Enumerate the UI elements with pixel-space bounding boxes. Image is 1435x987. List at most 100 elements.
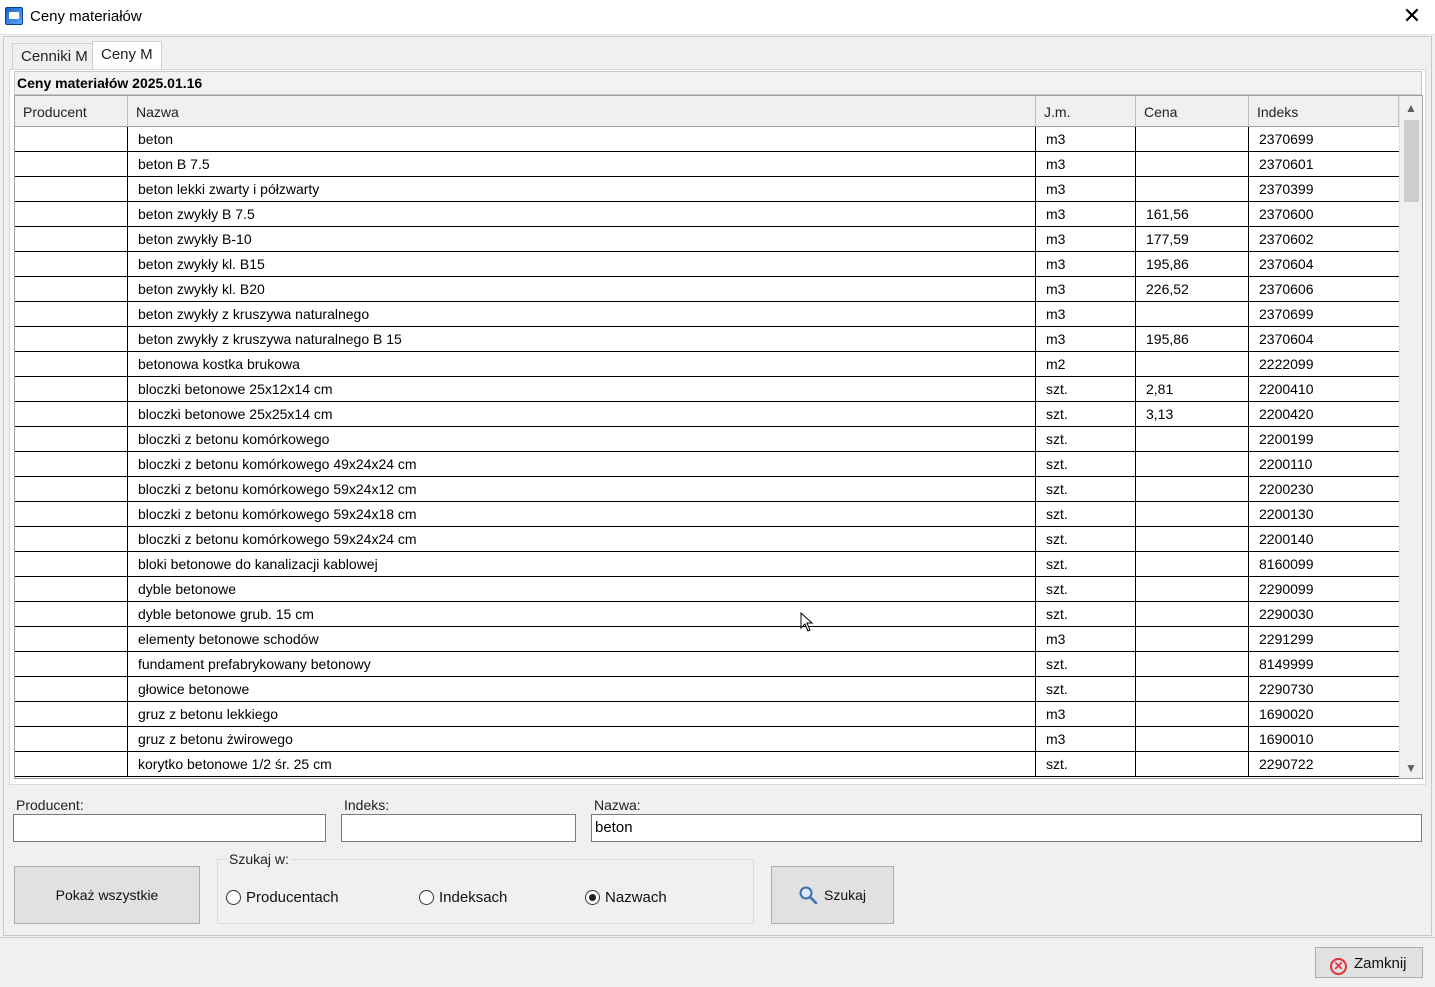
scroll-up-icon[interactable]: ▲ bbox=[1400, 98, 1422, 118]
cell-indeks: 2200420 bbox=[1259, 406, 1314, 422]
radio-producentach-label[interactable]: Producentach bbox=[246, 889, 339, 906]
cell-producent bbox=[15, 702, 128, 726]
table-row[interactable]: bloczki z betonu komórkowego 59x24x18 cm… bbox=[15, 502, 1399, 527]
cell-nazwa: beton zwykły B 7.5 bbox=[128, 202, 1036, 226]
cell-producent bbox=[15, 577, 128, 601]
cell-producent bbox=[15, 352, 128, 376]
table-row[interactable]: bloczki z betonu komórkowego 59x24x24 cm… bbox=[15, 527, 1399, 552]
cell-indeks: 2370601 bbox=[1259, 156, 1314, 172]
radio-producentach[interactable] bbox=[226, 890, 241, 905]
cell-jm: m3 bbox=[1036, 277, 1136, 301]
table-row[interactable]: beton zwykły z kruszywa naturalnego B 15… bbox=[15, 327, 1399, 352]
cell-nazwa: beton zwykły z kruszywa naturalnego bbox=[128, 302, 1036, 326]
table-row[interactable]: betonowa kostka brukowa m2 2222099 bbox=[15, 352, 1399, 377]
cell-jm: m3 bbox=[1036, 702, 1136, 726]
table-row[interactable]: korytko betonowe 1/2 śr. 25 cm szt. 229072… bbox=[15, 752, 1399, 777]
cell-nazwa: beton zwykły kl. B15 bbox=[128, 252, 1036, 276]
column-header-producent[interactable]: Producent bbox=[15, 96, 128, 126]
table-row[interactable]: bloczki z betonu komórkowego 59x24x12 cm… bbox=[15, 477, 1399, 502]
vertical-scrollbar[interactable]: ▲ ▼ bbox=[1399, 96, 1422, 778]
window-close-button[interactable]: ✕ bbox=[1389, 0, 1435, 34]
table-row[interactable]: bloczki z betonu komórkowego 49x24x24 cm… bbox=[15, 452, 1399, 477]
table-row[interactable]: fundament prefabrykowany betonowy szt. 814… bbox=[15, 652, 1399, 677]
cell-indeks: 2370606 bbox=[1259, 281, 1314, 297]
cell-jm: szt. bbox=[1036, 377, 1136, 401]
cell-producent bbox=[15, 277, 128, 301]
cell-cena bbox=[1136, 577, 1249, 601]
cell-producent bbox=[15, 327, 128, 351]
nazwa-input[interactable]: beton bbox=[591, 814, 1422, 842]
cell-producent bbox=[15, 452, 128, 476]
table-row[interactable]: beton m3 2370699 bbox=[15, 127, 1399, 152]
mouse-cursor-icon bbox=[800, 612, 814, 632]
cell-producent bbox=[15, 252, 128, 276]
cell-indeks: 2200199 bbox=[1259, 431, 1314, 447]
grid-header: Producent Nazwa J.m. Cena Indeks bbox=[15, 96, 1399, 127]
cell-nazwa: dyble betonowe grub. 15 cm bbox=[128, 602, 1036, 626]
table-row[interactable]: gruz z betonu lekkiego m3 1690020 bbox=[15, 702, 1399, 727]
cell-nazwa: bloczki betonowe 25x12x14 cm bbox=[128, 377, 1036, 401]
table-row[interactable]: bloczki z betonu komórkowego szt. 2200199 bbox=[15, 427, 1399, 452]
table-row[interactable]: beton zwykły B-10 m3 177,59 2370602 bbox=[15, 227, 1399, 252]
producent-input[interactable] bbox=[13, 814, 326, 842]
table-row[interactable]: gruz z betonu żwirowego m3 1690010 bbox=[15, 727, 1399, 752]
table-row[interactable]: bloczki betonowe 25x25x14 cm szt. 3,13 2200… bbox=[15, 402, 1399, 427]
table-row[interactable]: beton lekki zwarty i półzwarty m3 2370399 bbox=[15, 177, 1399, 202]
table-row[interactable]: beton zwykły kl. B15 m3 195,86 2370604 bbox=[15, 252, 1399, 277]
cell-cena bbox=[1136, 602, 1249, 626]
radio-nazwach-label[interactable]: Nazwach bbox=[605, 889, 667, 906]
table-row[interactable]: dyble betonowe grub. 15 cm szt. 2290030 bbox=[15, 602, 1399, 627]
radio-indeksach-label[interactable]: Indeksach bbox=[439, 889, 507, 906]
radio-nazwach[interactable] bbox=[585, 890, 600, 905]
grid-rows: beton m3 2370699 beton B 7.5 m3 2370601 beton … bbox=[15, 127, 1399, 777]
tab-cenniki-m[interactable]: Cenniki M bbox=[12, 43, 97, 69]
radio-indeksach[interactable] bbox=[419, 890, 434, 905]
table-row[interactable]: elementy betonowe schodów m3 2291299 bbox=[15, 627, 1399, 652]
column-header-nazwa[interactable]: Nazwa bbox=[128, 96, 1036, 126]
cell-jm: m3 bbox=[1036, 327, 1136, 351]
cell-jm: szt. bbox=[1036, 652, 1136, 676]
cell-nazwa: betonowa kostka brukowa bbox=[128, 352, 1036, 376]
cell-indeks: 2290099 bbox=[1259, 581, 1314, 597]
table-row[interactable]: beton zwykły B 7.5 m3 161,56 2370600 bbox=[15, 202, 1399, 227]
cell-jm: szt. bbox=[1036, 427, 1136, 451]
cell-indeks: 2370604 bbox=[1259, 331, 1314, 347]
cell-indeks: 2370604 bbox=[1259, 256, 1314, 272]
search-button[interactable]: Szukaj bbox=[771, 866, 894, 924]
column-header-indeks[interactable]: Indeks bbox=[1249, 96, 1399, 126]
column-header-cena[interactable]: Cena bbox=[1136, 96, 1249, 126]
cell-producent bbox=[15, 552, 128, 576]
cell-nazwa: bloczki z betonu komórkowego 49x24x24 cm bbox=[128, 452, 1036, 476]
scroll-down-icon[interactable]: ▼ bbox=[1400, 758, 1422, 778]
cell-indeks: 2370602 bbox=[1259, 231, 1314, 247]
cell-cena bbox=[1136, 477, 1249, 501]
table-row[interactable]: dyble betonowe szt. 2290099 bbox=[15, 577, 1399, 602]
cell-jm: m3 bbox=[1036, 302, 1136, 326]
table-row[interactable]: bloki betonowe do kanalizacji kablowej sz… bbox=[15, 552, 1399, 577]
table-row[interactable]: beton zwykły kl. B20 m3 226,52 2370606 bbox=[15, 277, 1399, 302]
indeks-input[interactable] bbox=[341, 814, 576, 842]
scroll-thumb[interactable] bbox=[1404, 120, 1419, 202]
cell-producent bbox=[15, 677, 128, 701]
cell-jm: m3 bbox=[1036, 252, 1136, 276]
column-header-jm[interactable]: J.m. bbox=[1036, 96, 1136, 126]
cell-cena bbox=[1136, 527, 1249, 551]
show-all-button[interactable]: Pokaż wszystkie bbox=[14, 866, 200, 924]
cell-jm: m3 bbox=[1036, 152, 1136, 176]
cell-cena: 195,86 bbox=[1136, 327, 1249, 351]
table-row[interactable]: bloczki betonowe 25x12x14 cm szt. 2,81 2200… bbox=[15, 377, 1399, 402]
table-row[interactable]: beton zwykły z kruszywa naturalnego m3 237… bbox=[15, 302, 1399, 327]
tab-ceny-m[interactable]: Ceny M bbox=[92, 41, 162, 70]
app-icon bbox=[5, 7, 23, 25]
cell-indeks: 2200140 bbox=[1259, 531, 1314, 547]
cell-cena bbox=[1136, 727, 1249, 751]
cell-nazwa: beton zwykły kl. B20 bbox=[128, 277, 1036, 301]
cell-nazwa: bloczki z betonu komórkowego 59x24x12 cm bbox=[128, 477, 1036, 501]
cell-producent bbox=[15, 627, 128, 651]
close-button[interactable]: ✕ Zamknij bbox=[1315, 947, 1423, 978]
table-row[interactable]: beton B 7.5 m3 2370601 bbox=[15, 152, 1399, 177]
cell-jm: szt. bbox=[1036, 452, 1136, 476]
table-row[interactable]: głowice betonowe szt. 2290730 bbox=[15, 677, 1399, 702]
grid-title: Ceny materiałów 2025.01.16 bbox=[14, 71, 1422, 95]
cell-producent bbox=[15, 477, 128, 501]
